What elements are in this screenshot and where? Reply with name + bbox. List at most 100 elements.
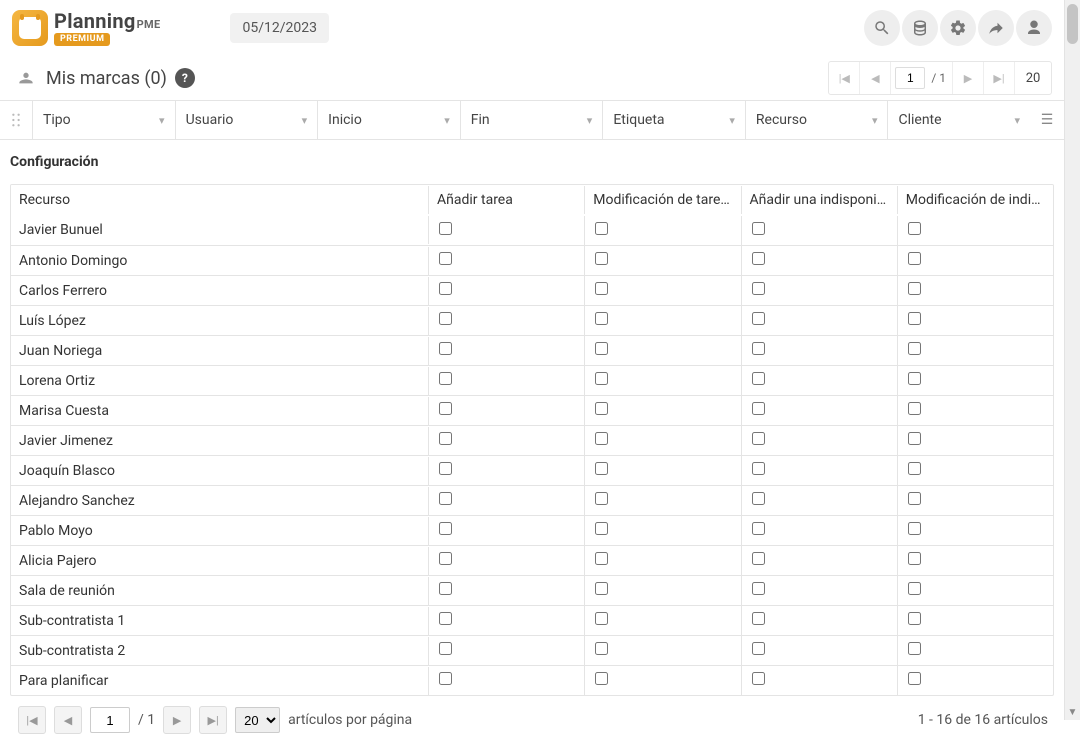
checkbox-mod-task[interactable] — [595, 582, 608, 595]
help-icon[interactable]: ? — [175, 68, 195, 88]
scrollbar-track[interactable]: ▼ — [1064, 0, 1080, 720]
pager-next-button[interactable]: ▶ — [953, 62, 983, 94]
checkbox-add-task[interactable] — [439, 582, 452, 595]
pager-prev-button[interactable]: ◀ — [54, 706, 82, 734]
checkbox-mod-unavail[interactable] — [908, 372, 921, 385]
checkbox-mod-unavail[interactable] — [908, 252, 921, 265]
checkbox-mod-task[interactable] — [595, 282, 608, 295]
resource-name: Javier Bunuel — [11, 216, 429, 244]
pager-last-button[interactable]: ▶| — [984, 62, 1014, 94]
logo-title: PlanningPME — [54, 11, 160, 31]
scrollbar-thumb[interactable] — [1067, 4, 1078, 44]
checkbox-mod-task[interactable] — [595, 462, 608, 475]
checkbox-mod-unavail[interactable] — [908, 672, 921, 685]
checkbox-mod-unavail[interactable] — [908, 312, 921, 325]
filter-recurso[interactable]: Recurso▾ — [745, 101, 888, 139]
checkbox-add-task[interactable] — [439, 282, 452, 295]
checkbox-mod-unavail[interactable] — [908, 582, 921, 595]
checkbox-add-unavail[interactable] — [752, 552, 765, 565]
pager-next-button[interactable]: ▶ — [163, 706, 191, 734]
checkbox-mod-task[interactable] — [595, 342, 608, 355]
checkbox-add-task[interactable] — [439, 612, 452, 625]
checkbox-mod-task[interactable] — [595, 522, 608, 535]
checkbox-mod-unavail[interactable] — [908, 432, 921, 445]
checkbox-mod-unavail[interactable] — [908, 642, 921, 655]
checkbox-mod-task[interactable] — [595, 402, 608, 415]
search-icon[interactable] — [864, 10, 900, 46]
checkbox-add-unavail[interactable] — [752, 432, 765, 445]
checkbox-mod-unavail[interactable] — [908, 612, 921, 625]
checkbox-mod-unavail[interactable] — [908, 402, 921, 415]
table-row: Joaquín Blasco — [11, 455, 1053, 485]
scrollbar-down-icon[interactable]: ▼ — [1065, 704, 1080, 720]
checkbox-add-unavail[interactable] — [752, 612, 765, 625]
checkbox-mod-task[interactable] — [595, 252, 608, 265]
checkbox-mod-unavail[interactable] — [908, 552, 921, 565]
checkbox-add-task[interactable] — [439, 642, 452, 655]
checkbox-add-unavail[interactable] — [752, 282, 765, 295]
drag-handle-icon[interactable] — [0, 101, 32, 139]
share-icon[interactable] — [978, 10, 1014, 46]
checkbox-add-unavail[interactable] — [752, 672, 765, 685]
pager-first-button[interactable]: |◀ — [18, 706, 46, 734]
filter-etiqueta[interactable]: Etiqueta▾ — [602, 101, 745, 139]
checkbox-add-task[interactable] — [439, 402, 452, 415]
checkbox-mod-unavail[interactable] — [908, 492, 921, 505]
pagesize-select[interactable]: 20 — [235, 707, 280, 733]
pager-last-button[interactable]: ▶| — [199, 706, 227, 734]
checkbox-add-task[interactable] — [439, 312, 452, 325]
checkbox-add-unavail[interactable] — [752, 342, 765, 355]
checkbox-mod-task[interactable] — [595, 642, 608, 655]
checkbox-add-unavail[interactable] — [752, 582, 765, 595]
checkbox-add-unavail[interactable] — [752, 522, 765, 535]
checkbox-mod-unavail[interactable] — [908, 222, 921, 235]
checkbox-add-unavail[interactable] — [752, 642, 765, 655]
checkbox-mod-task[interactable] — [595, 612, 608, 625]
checkbox-add-task[interactable] — [439, 252, 452, 265]
checkbox-mod-unavail[interactable] — [908, 462, 921, 475]
checkbox-add-task[interactable] — [439, 672, 452, 685]
checkbox-mod-task[interactable] — [595, 432, 608, 445]
date-picker[interactable]: 05/12/2023 — [230, 13, 329, 43]
checkbox-add-task[interactable] — [439, 522, 452, 535]
pager-current-input[interactable] — [90, 707, 130, 733]
gear-icon[interactable] — [940, 10, 976, 46]
checkbox-mod-task[interactable] — [595, 492, 608, 505]
checkbox-add-unavail[interactable] — [752, 462, 765, 475]
checkbox-mod-task[interactable] — [595, 372, 608, 385]
person-icon — [18, 70, 34, 86]
pager-first-button[interactable]: |◀ — [829, 62, 859, 94]
checkbox-add-unavail[interactable] — [752, 252, 765, 265]
pager-prev-button[interactable]: ◀ — [860, 62, 890, 94]
checkbox-add-task[interactable] — [439, 342, 452, 355]
checkbox-add-unavail[interactable] — [752, 222, 765, 235]
checkbox-mod-unavail[interactable] — [908, 522, 921, 535]
checkbox-add-task[interactable] — [439, 372, 452, 385]
checkbox-mod-task[interactable] — [595, 312, 608, 325]
app-header: PlanningPME PREMIUM 05/12/2023 — [0, 0, 1064, 56]
checkbox-add-unavail[interactable] — [752, 372, 765, 385]
filter-tipo[interactable]: Tipo▾ — [32, 101, 175, 139]
user-icon[interactable] — [1016, 10, 1052, 46]
database-icon[interactable] — [902, 10, 938, 46]
checkbox-add-task[interactable] — [439, 432, 452, 445]
checkbox-mod-task[interactable] — [595, 222, 608, 235]
filter-fin[interactable]: Fin▾ — [460, 101, 603, 139]
filter-menu-icon[interactable]: ☰ — [1030, 101, 1064, 139]
checkbox-add-unavail[interactable] — [752, 492, 765, 505]
checkbox-add-task[interactable] — [439, 492, 452, 505]
pager-current-input[interactable] — [895, 67, 925, 89]
resource-name: Sala de reunión — [11, 577, 429, 605]
checkbox-mod-unavail[interactable] — [908, 342, 921, 355]
checkbox-add-unavail[interactable] — [752, 402, 765, 415]
filter-cliente[interactable]: Cliente▾ — [887, 101, 1030, 139]
filter-usuario[interactable]: Usuario▾ — [175, 101, 318, 139]
checkbox-add-task[interactable] — [439, 552, 452, 565]
checkbox-add-unavail[interactable] — [752, 312, 765, 325]
checkbox-add-task[interactable] — [439, 462, 452, 475]
checkbox-add-task[interactable] — [439, 222, 452, 235]
checkbox-mod-task[interactable] — [595, 552, 608, 565]
checkbox-mod-unavail[interactable] — [908, 282, 921, 295]
filter-inicio[interactable]: Inicio▾ — [317, 101, 460, 139]
checkbox-mod-task[interactable] — [595, 672, 608, 685]
